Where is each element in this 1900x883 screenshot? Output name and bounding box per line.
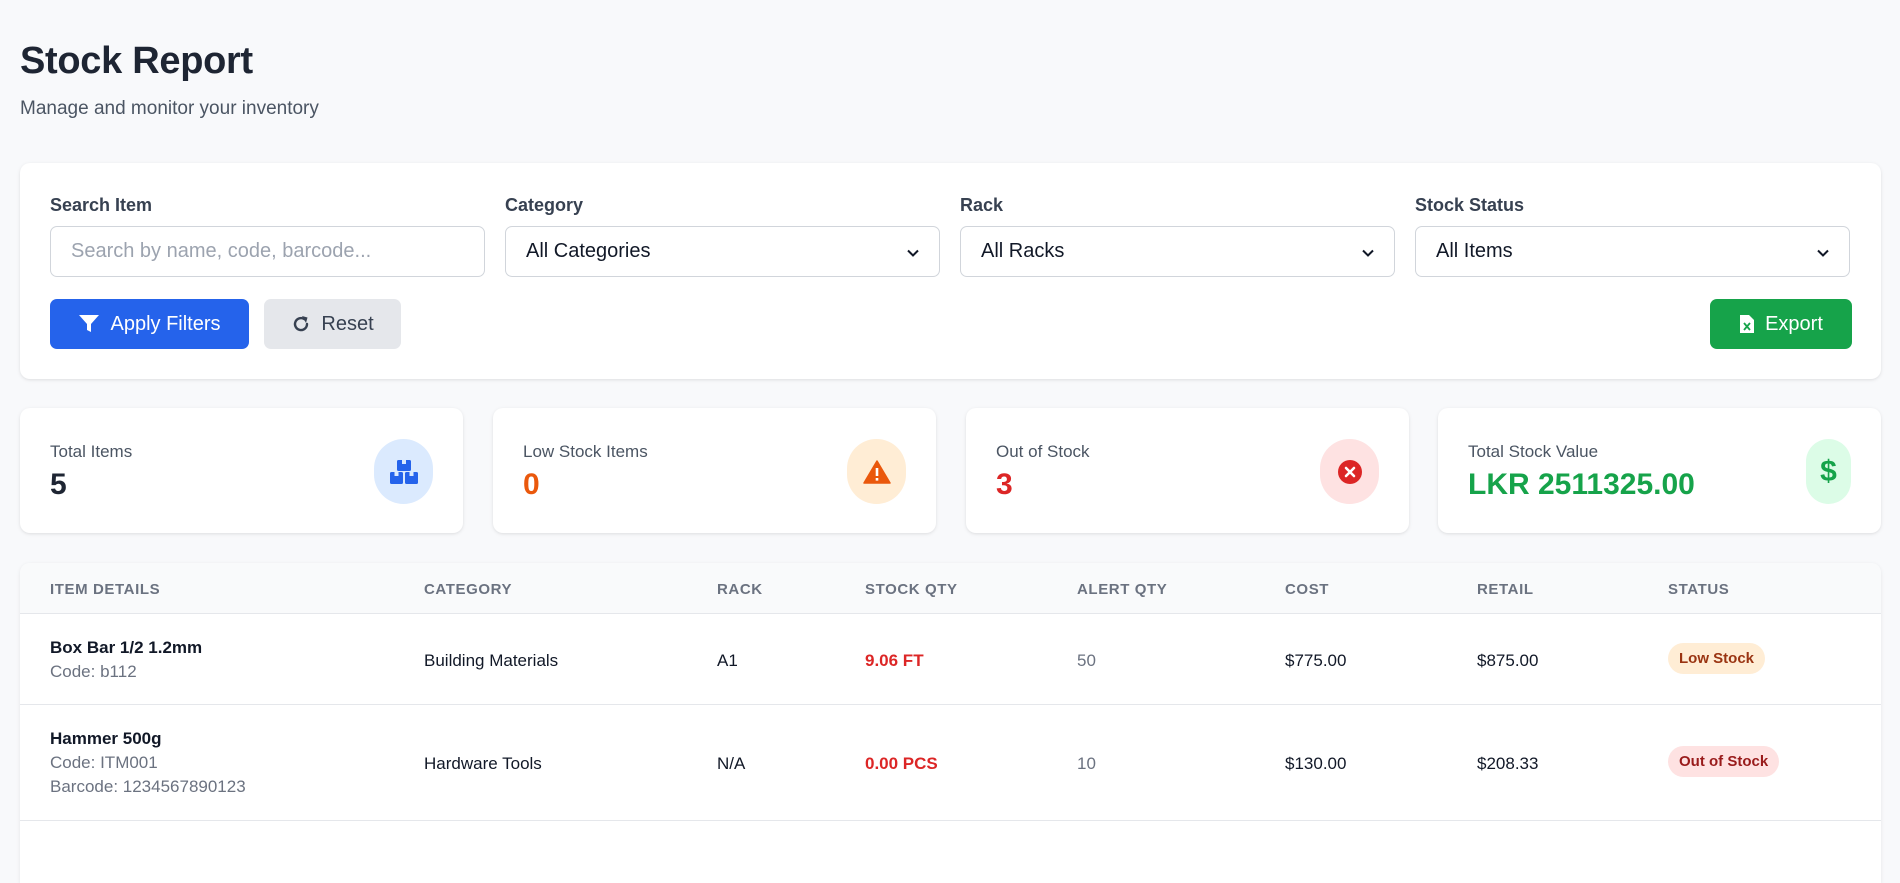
reset-label: Reset bbox=[321, 312, 374, 335]
stat-card-low-stock: Low Stock Items 0 bbox=[493, 408, 936, 533]
stock-status-select[interactable]: All Items bbox=[1415, 226, 1850, 277]
search-input-wrapper bbox=[50, 226, 485, 277]
stat-label: Total Stock Value bbox=[1468, 442, 1599, 461]
column-header[interactable]: RACK bbox=[717, 581, 763, 598]
refresh-icon bbox=[291, 314, 311, 334]
warning-icon bbox=[847, 439, 906, 504]
page-title: Stock Report bbox=[20, 40, 253, 82]
stock-status-select-value: All Items bbox=[1436, 240, 1513, 262]
column-header[interactable]: ITEM DETAILS bbox=[50, 581, 160, 598]
status-badge: Out of Stock bbox=[1668, 746, 1780, 777]
item-category: Building Materials bbox=[424, 651, 559, 670]
item-details: Box Bar 1/2 1.2mm Code: b112 bbox=[50, 638, 202, 682]
column-header[interactable]: STATUS bbox=[1668, 581, 1729, 598]
table-header: ITEM DETAILS CATEGORY RACK STOCK QTY ALE… bbox=[20, 563, 1881, 614]
filter-icon bbox=[78, 314, 100, 334]
item-retail: $208.33 bbox=[1477, 754, 1539, 773]
stat-value: 0 bbox=[523, 468, 540, 501]
rack-select-value: All Racks bbox=[981, 240, 1065, 262]
search-input[interactable] bbox=[71, 240, 464, 263]
boxes-icon bbox=[374, 439, 433, 504]
stat-card-out-of-stock: Out of Stock 3 bbox=[966, 408, 1409, 533]
chevron-down-icon bbox=[1362, 244, 1374, 260]
item-cost: $130.00 bbox=[1285, 754, 1347, 773]
stock-table: ITEM DETAILS CATEGORY RACK STOCK QTY ALE… bbox=[20, 563, 1881, 883]
rack-label: Rack bbox=[960, 195, 1004, 215]
stat-card-total-items: Total Items 5 bbox=[20, 408, 463, 533]
stock-status-label: Stock Status bbox=[1415, 195, 1525, 215]
item-alert-qty: 50 bbox=[1077, 651, 1096, 670]
item-name: Box Bar 1/2 1.2mm bbox=[50, 638, 203, 657]
page-header: Stock Report Manage and monitor your inv… bbox=[20, 38, 319, 120]
chevron-down-icon bbox=[907, 244, 919, 260]
filter-panel: Search Item Category All Categories Rack… bbox=[20, 163, 1881, 379]
stat-value: 5 bbox=[50, 468, 67, 501]
item-rack: N/A bbox=[717, 754, 746, 773]
item-barcode: Barcode: 1234567890123 bbox=[50, 777, 246, 796]
item-alert-qty: 10 bbox=[1077, 754, 1096, 773]
excel-file-icon bbox=[1739, 314, 1755, 334]
category-label: Category bbox=[505, 195, 584, 215]
stock-status-field: Stock Status All Items bbox=[1415, 195, 1850, 277]
item-category: Hardware Tools bbox=[424, 754, 542, 773]
search-field: Search Item bbox=[50, 195, 485, 277]
table-row[interactable]: Box Bar 1/2 1.2mm Code: b112 Building Ma… bbox=[20, 614, 1881, 705]
item-stock-qty: 9.06 FT bbox=[865, 651, 924, 670]
stat-card-total-value: Total Stock Value LKR 2511325.00 $ bbox=[1438, 408, 1881, 533]
column-header[interactable]: COST bbox=[1285, 581, 1329, 598]
column-header[interactable]: ALERT QTY bbox=[1077, 581, 1167, 598]
search-label: Search Item bbox=[50, 195, 153, 215]
category-select-value: All Categories bbox=[526, 240, 651, 262]
page-subtitle: Manage and monitor your inventory bbox=[20, 98, 319, 119]
apply-filters-button[interactable]: Apply Filters bbox=[50, 299, 249, 349]
item-rack: A1 bbox=[717, 651, 738, 670]
rack-select[interactable]: All Racks bbox=[960, 226, 1395, 277]
stat-value: 3 bbox=[996, 468, 1013, 501]
category-select[interactable]: All Categories bbox=[505, 226, 940, 277]
export-label: Export bbox=[1765, 312, 1823, 335]
item-code: Code: ITM001 bbox=[50, 753, 158, 772]
category-field: Category All Categories bbox=[505, 195, 940, 277]
column-header[interactable]: RETAIL bbox=[1477, 581, 1534, 598]
item-cost: $775.00 bbox=[1285, 651, 1347, 670]
column-header[interactable]: CATEGORY bbox=[424, 581, 512, 598]
item-retail: $875.00 bbox=[1477, 651, 1539, 670]
stat-value: LKR 2511325.00 bbox=[1468, 468, 1695, 501]
stat-label: Total Items bbox=[50, 442, 133, 461]
apply-filters-label: Apply Filters bbox=[110, 312, 221, 335]
export-button[interactable]: Export bbox=[1710, 299, 1852, 349]
x-circle-icon bbox=[1320, 439, 1379, 504]
table-row[interactable]: Hammer 500g Code: ITM001 Barcode: 123456… bbox=[20, 705, 1881, 821]
stat-label: Low Stock Items bbox=[523, 442, 648, 461]
rack-field: Rack All Racks bbox=[960, 195, 1395, 277]
stat-label: Out of Stock bbox=[996, 442, 1090, 461]
dollar-icon: $ bbox=[1806, 439, 1851, 504]
status-badge: Low Stock bbox=[1668, 643, 1766, 674]
item-details: Hammer 500g Code: ITM001 Barcode: 123456… bbox=[50, 729, 246, 797]
item-code: Code: b112 bbox=[50, 662, 137, 681]
chevron-down-icon bbox=[1817, 244, 1829, 260]
column-header[interactable]: STOCK QTY bbox=[865, 581, 958, 598]
reset-button[interactable]: Reset bbox=[264, 299, 401, 349]
item-stock-qty: 0.00 PCS bbox=[865, 754, 938, 773]
item-name: Hammer 500g bbox=[50, 729, 162, 748]
